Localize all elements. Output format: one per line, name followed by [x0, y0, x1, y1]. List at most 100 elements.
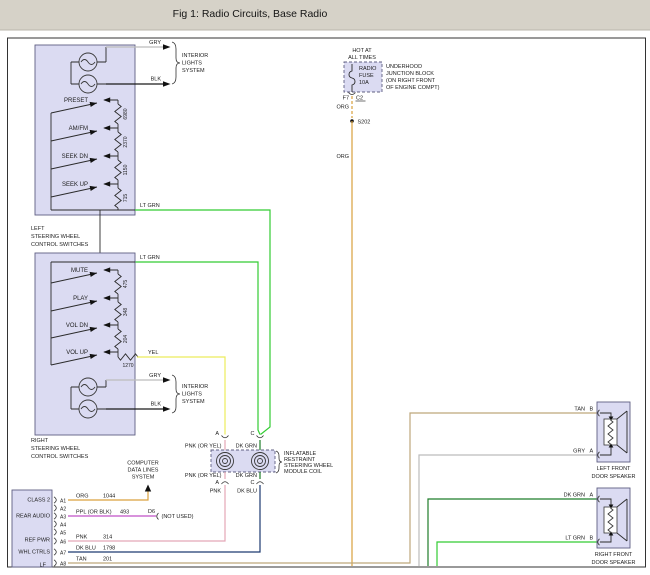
wire-color-label: ORG — [76, 494, 89, 500]
system-label: DATA LINES — [128, 468, 159, 474]
wire-color-label: DK GRN — [236, 473, 257, 479]
wire-color-label: DK BLU — [76, 546, 96, 552]
module-name: RIGHT — [31, 438, 49, 444]
location-label: (ON RIGHT FRONT — [386, 78, 436, 84]
function-label: CLASS 2 — [27, 498, 50, 504]
hot-label: HOT AT — [352, 48, 372, 54]
switch-label-amfm: AM/FM — [69, 126, 88, 132]
function-label: REAR AUDIO — [16, 514, 51, 520]
module-name: STEERING WHEEL — [31, 446, 80, 452]
system-label: SYSTEM — [182, 68, 205, 74]
system-label: INTERIOR — [182, 53, 208, 59]
diagram-canvas: Fig 1: Radio Circuits, Base Radio GRY BL… — [0, 0, 650, 575]
resistor-value: 204 — [123, 335, 129, 344]
wire-color-label: TAN — [574, 407, 585, 413]
pin-label: A — [590, 493, 594, 499]
pin-label: A1 — [60, 499, 66, 505]
wire-color-label: LT GRN — [140, 255, 160, 261]
fuse-rating: 10A — [359, 80, 369, 86]
pin-label: C — [251, 431, 255, 437]
pin-label: B — [590, 536, 594, 542]
circuit-number: 1798 — [103, 546, 115, 552]
fuse-pin-label: F7 — [343, 96, 349, 102]
fuse-name: FUSE — [359, 73, 374, 79]
location-label: JUNCTION BLOCK — [386, 71, 434, 77]
pin-label: A — [215, 480, 219, 486]
switch-label-seek-dn: SEEK DN — [62, 154, 88, 160]
system-label: INTERIOR — [182, 384, 208, 390]
resistor-value: 475 — [123, 280, 129, 289]
hot-label: ALL TIMES — [348, 55, 376, 61]
wire-color-label: GRY — [573, 449, 585, 455]
pin-label: A7 — [60, 551, 66, 557]
wire-color-label: LT GRN — [565, 536, 585, 542]
pin-label: A6 — [60, 540, 66, 546]
not-used-note: (NOT USED) — [162, 514, 194, 520]
module-box — [35, 253, 135, 435]
circuit-number: 201 — [103, 557, 112, 563]
module-name: CONTROL SWITCHES — [31, 242, 89, 248]
coil-name: MODULE COIL — [284, 469, 322, 475]
speaker-name: DOOR SPEAKER — [591, 560, 635, 566]
connector-link[interactable]: C2 — [356, 96, 363, 102]
pin-label: B — [590, 407, 594, 413]
wire-color-label: GRY — [149, 373, 161, 379]
wire-color-label: DK GRN — [236, 444, 257, 450]
pin-label: A5 — [60, 531, 66, 537]
switch-label-play: PLAY — [73, 296, 88, 302]
header-bar: Fig 1: Radio Circuits, Base Radio — [0, 0, 650, 30]
system-label: SYSTEM — [132, 475, 155, 481]
function-label: WHL CTRLS — [18, 550, 50, 556]
fuse-name: RADIO — [359, 66, 377, 72]
pin-label: A — [590, 449, 594, 455]
location-label: UNDERHOOD — [386, 64, 422, 70]
system-label: SYSTEM — [182, 399, 205, 405]
wire-color-label: PNK (OR YEL) — [185, 444, 222, 450]
function-label: LF — [40, 563, 47, 569]
switch-label-seek-up: SEEK UP — [62, 182, 88, 188]
switch-label-vol-up: VOL UP — [66, 350, 88, 356]
speaker-name: RIGHT FRONT — [595, 552, 633, 558]
wire-color-label: DK BLU — [237, 489, 257, 495]
pin-label: D6 — [148, 509, 155, 515]
resistor-value: 715 — [123, 194, 129, 203]
switch-label-vol-dn: VOL DN — [66, 323, 88, 329]
wire-color-label: PNK (OR YEL) — [185, 473, 222, 479]
module-name: LEFT — [31, 226, 45, 232]
wire-color-label: ORG — [336, 105, 349, 111]
wire-color-label: LT GRN — [140, 203, 160, 209]
pin-label: A — [215, 431, 219, 437]
circuit-number: 1044 — [103, 494, 115, 500]
wire-color-label: DK GRN — [564, 493, 585, 499]
wire-color-label: GRY — [149, 40, 161, 46]
switch-label-mute: MUTE — [71, 268, 88, 274]
wire-color-label: PNK — [76, 535, 88, 541]
wire-color-label: TAN — [76, 557, 87, 563]
page-title: Fig 1: Radio Circuits, Base Radio — [173, 8, 328, 20]
pin-label: A3 — [60, 515, 66, 521]
resistor-value: 6980 — [123, 108, 129, 119]
pin-label: A8 — [60, 562, 66, 568]
resistor-value: 348 — [123, 308, 129, 317]
wire-color-label: BLK — [151, 402, 162, 408]
module-name: CONTROL SWITCHES — [31, 454, 89, 460]
wire-color-label: PNK — [210, 489, 222, 495]
system-label: COMPUTER — [127, 461, 159, 467]
switch-label-preset: PRESET — [64, 98, 88, 104]
wire-color-label: ORG — [336, 154, 349, 160]
resistor-value: 1270 — [122, 363, 133, 369]
pin-label: A2 — [60, 507, 66, 513]
resistor-value: 1150 — [123, 164, 129, 175]
wire-color-label: BLK — [151, 77, 162, 83]
speaker-name: LEFT FRONT — [597, 466, 631, 472]
wire-color-label: YEL — [148, 350, 158, 356]
splice-label: S202 — [358, 120, 371, 126]
system-label: LIGHTS — [182, 392, 202, 398]
location-label: OF ENGINE COMPT) — [386, 85, 440, 91]
circuit-number: 493 — [120, 510, 129, 516]
wiring-diagram-page: Fig 1: Radio Circuits, Base Radio GRY BL… — [0, 0, 650, 575]
system-label: LIGHTS — [182, 61, 202, 67]
pin-label: C — [251, 480, 255, 486]
module-name: STEERING WHEEL — [31, 234, 80, 240]
wire-color-label: PPL (OR BLK) — [76, 510, 112, 516]
